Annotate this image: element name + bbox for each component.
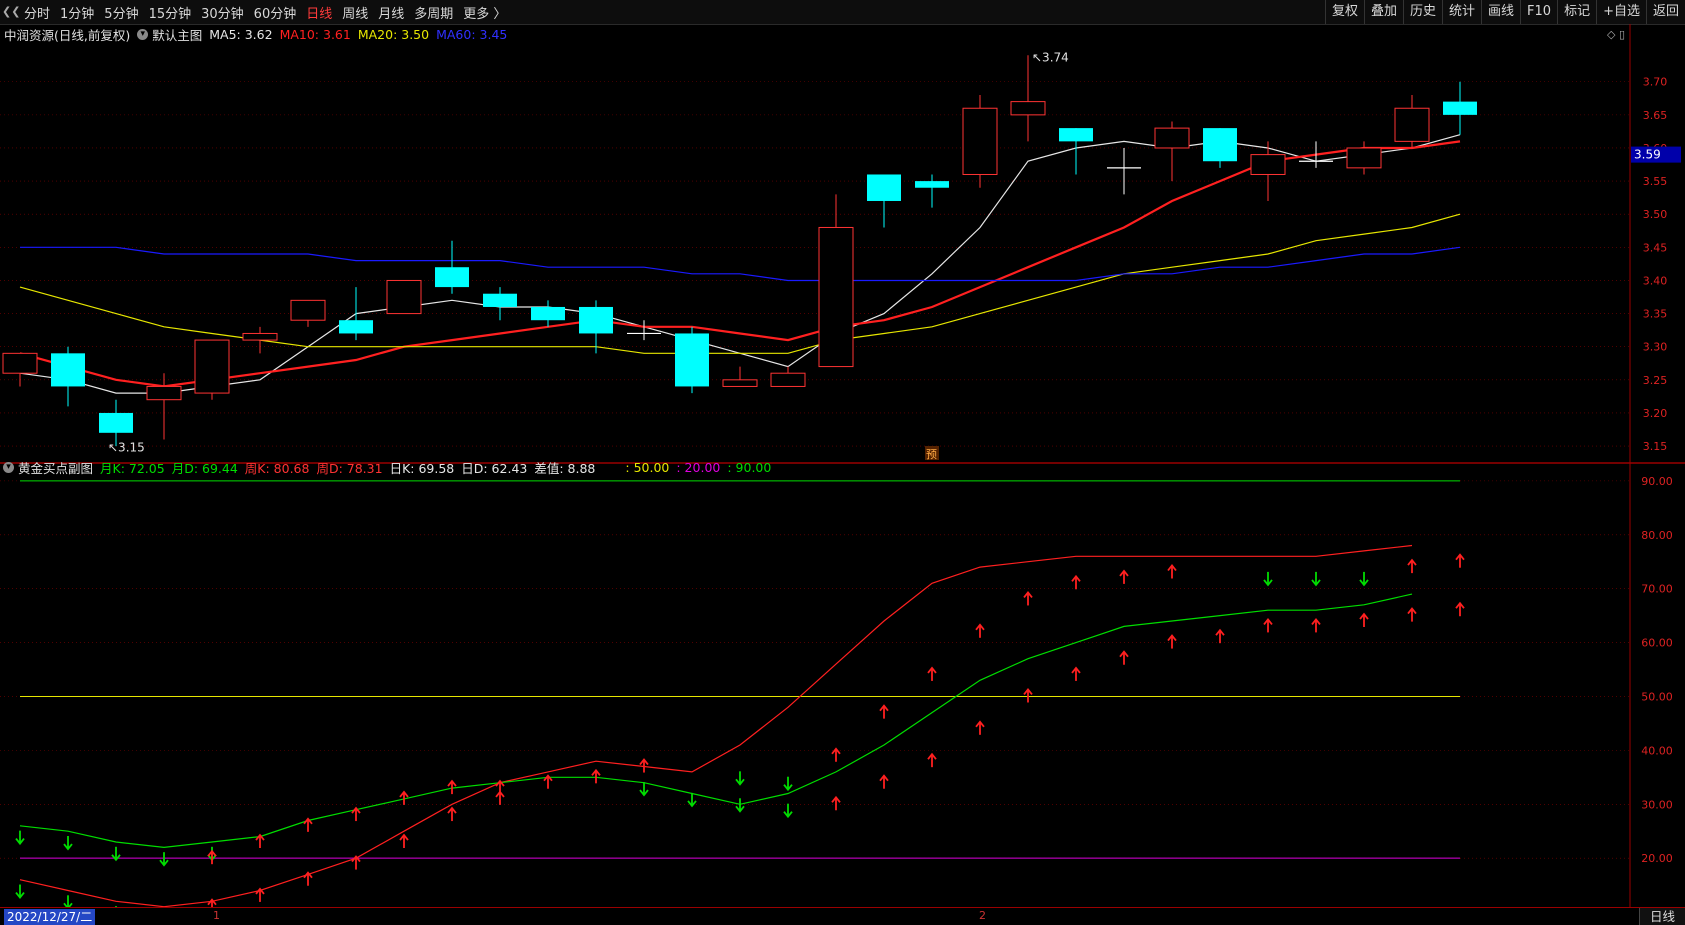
draw-button[interactable]: 画线 xyxy=(1481,0,1520,24)
period-tab-multi[interactable]: 多周期 xyxy=(409,3,458,22)
indicator-tick-label: 50.00 xyxy=(1641,690,1673,703)
ma5-line xyxy=(19,134,1461,394)
price-tick-label: 3.35 xyxy=(1643,308,1668,321)
indicator-tick-label: 70.00 xyxy=(1641,583,1673,596)
price-tick-label: 3.45 xyxy=(1643,241,1668,254)
period-tab-15min[interactable]: 15分钟 xyxy=(144,3,197,22)
candle-up xyxy=(2,352,38,374)
candle-down xyxy=(1203,128,1237,162)
ma60-line xyxy=(20,246,1461,282)
candle-up xyxy=(386,279,422,315)
period-indicator[interactable]: 日线 xyxy=(1639,908,1685,925)
history-button[interactable]: 历史 xyxy=(1402,0,1442,24)
price-tick-label: 3.20 xyxy=(1643,407,1668,420)
period-tab-1min[interactable]: 1分钟 xyxy=(55,3,99,22)
low-price-label: ↖3.15 xyxy=(108,440,145,454)
period-toolbar: ❮❮ 分时 1分钟 5分钟 15分钟 30分钟 60分钟 日线 周线 月线 多周… xyxy=(0,0,1685,25)
indicator-chart[interactable]: 20.00 30.00 40.00 50.00 60.00 70.00 80.00 90.00 xyxy=(0,460,1685,907)
period-tab-fenshi[interactable]: 分时 xyxy=(19,3,55,22)
back-button[interactable]: 返回 xyxy=(1645,0,1685,24)
weekly-d-line xyxy=(19,593,1413,849)
indicator-tick-label: 80.00 xyxy=(1641,529,1673,542)
candle-up xyxy=(1010,101,1046,116)
candle-down xyxy=(99,412,133,433)
candle-up xyxy=(1154,127,1190,149)
candle-down xyxy=(51,353,85,387)
candle-up xyxy=(1346,147,1382,169)
price-tick-label: 3.50 xyxy=(1643,208,1668,221)
current-date: 2022/12/27/二 xyxy=(4,909,96,925)
period-tab-more[interactable]: 更多 〉 xyxy=(458,3,511,22)
candle-up xyxy=(290,299,326,321)
fuquan-button[interactable]: 复权 xyxy=(1324,0,1364,24)
candle-down xyxy=(435,267,469,288)
f10-button[interactable]: F10 xyxy=(1520,0,1557,24)
candle-up xyxy=(722,379,758,387)
candle-up xyxy=(770,372,806,387)
candle-down xyxy=(675,333,709,387)
current-price-label: 3.59 xyxy=(1634,148,1661,162)
period-tab-60min[interactable]: 60分钟 xyxy=(249,3,302,22)
candle-up xyxy=(146,385,182,401)
indicator-tick-label: 20.00 xyxy=(1641,852,1673,865)
candle-up xyxy=(818,226,854,368)
price-tick-label: 3.15 xyxy=(1643,440,1668,453)
candle-down xyxy=(531,306,565,321)
collapse-icon[interactable]: ❮❮ xyxy=(2,3,20,21)
period-tab-month[interactable]: 月线 xyxy=(373,3,409,22)
candle-up xyxy=(1250,154,1286,175)
ma10-line xyxy=(19,140,1461,388)
indicator-tick-label: 30.00 xyxy=(1641,798,1673,811)
overlay-button[interactable]: 叠加 xyxy=(1363,0,1403,24)
price-tick-label: 3.25 xyxy=(1643,374,1668,387)
candle-up xyxy=(242,332,278,341)
stats-button[interactable]: 统计 xyxy=(1442,0,1481,24)
date-axis: 2022/12/27/二 1 2 日线 xyxy=(0,907,1685,925)
candle-down xyxy=(339,320,373,334)
candle-down xyxy=(579,306,613,334)
candlestick-chart[interactable]: 3.153.203.253.303.353.403.453.503.553.60… xyxy=(0,24,1685,464)
weekly-k-line xyxy=(19,544,1413,907)
price-tick-label: 3.55 xyxy=(1643,175,1668,188)
candle-down xyxy=(483,293,517,307)
candle-down xyxy=(1059,128,1093,142)
indicator-tick-label: 60.00 xyxy=(1641,637,1673,650)
candle-down xyxy=(1443,101,1477,115)
price-tick-label: 3.65 xyxy=(1643,109,1668,122)
candle-down xyxy=(915,181,949,188)
candle-up xyxy=(194,339,230,394)
period-tab-5min[interactable]: 5分钟 xyxy=(99,3,143,22)
price-tick-label: 3.70 xyxy=(1643,76,1668,89)
candle-down xyxy=(867,174,901,201)
period-tab-week[interactable]: 周线 xyxy=(337,3,373,22)
price-tick-label: 3.40 xyxy=(1643,274,1668,287)
indicator-tick-label: 40.00 xyxy=(1641,744,1673,757)
period-tab-day[interactable]: 日线 xyxy=(301,3,337,22)
candle-up xyxy=(962,107,998,175)
period-tab-30min[interactable]: 30分钟 xyxy=(196,3,249,22)
month-mark-2: 2 xyxy=(979,909,986,922)
mark-button[interactable]: 标记 xyxy=(1557,0,1596,24)
add-watchlist-button[interactable]: +自选 xyxy=(1596,0,1646,24)
month-mark-1: 1 xyxy=(213,909,220,922)
indicator-tick-label: 90.00 xyxy=(1641,475,1673,488)
candle-up xyxy=(1394,107,1430,142)
high-price-label: ↖3.74 xyxy=(1032,51,1069,65)
price-tick-label: 3.30 xyxy=(1643,341,1668,354)
